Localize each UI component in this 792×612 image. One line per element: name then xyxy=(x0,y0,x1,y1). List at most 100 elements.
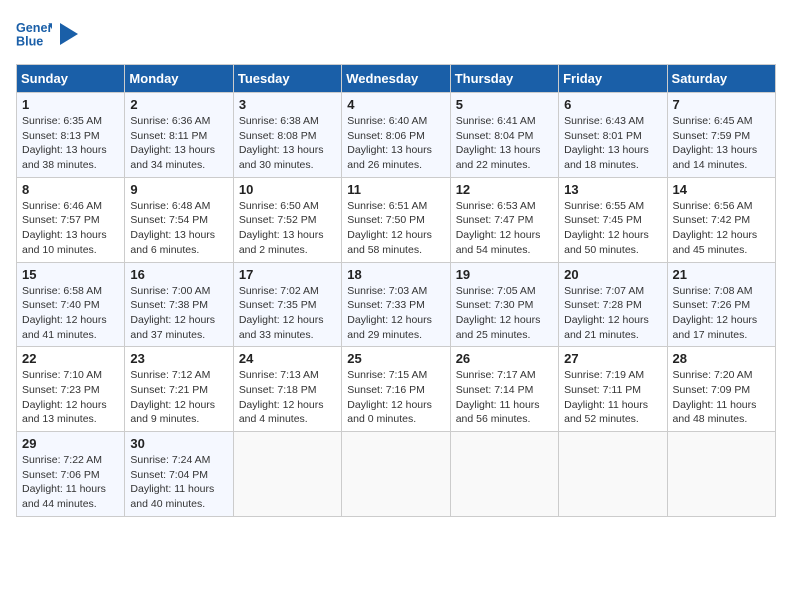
day-number: 24 xyxy=(239,351,336,366)
day-number: 28 xyxy=(673,351,770,366)
calendar-week-row: 1 Sunrise: 6:35 AM Sunset: 8:13 PM Daylig… xyxy=(17,93,776,178)
logo-icon: General Blue xyxy=(16,16,52,52)
calendar-cell xyxy=(450,432,558,517)
day-number: 1 xyxy=(22,97,119,112)
day-number: 16 xyxy=(130,267,227,282)
day-number: 22 xyxy=(22,351,119,366)
calendar-cell xyxy=(233,432,341,517)
calendar-cell: 18Sunrise: 7:03 AM Sunset: 7:33 PM Dayli… xyxy=(342,262,450,347)
day-info: Sunrise: 7:07 AM Sunset: 7:28 PM Dayligh… xyxy=(564,284,661,343)
weekday-header: Saturday xyxy=(667,65,775,93)
calendar-cell: 3 Sunrise: 6:38 AM Sunset: 8:08 PM Daylig… xyxy=(233,93,341,178)
calendar-cell: 11 Sunrise: 6:51 AM Sunset: 7:50 PM Dayli… xyxy=(342,177,450,262)
day-number: 26 xyxy=(456,351,553,366)
day-number: 25 xyxy=(347,351,444,366)
day-info: Sunrise: 7:13 AM Sunset: 7:18 PM Dayligh… xyxy=(239,368,336,427)
day-number: 6 xyxy=(564,97,661,112)
day-number: 23 xyxy=(130,351,227,366)
day-number: 20 xyxy=(564,267,661,282)
day-number: 3 xyxy=(239,97,336,112)
calendar-cell: 6 Sunrise: 6:43 AM Sunset: 8:01 PM Daylig… xyxy=(559,93,667,178)
day-info: Sunrise: 7:10 AM Sunset: 7:23 PM Dayligh… xyxy=(22,368,119,427)
calendar-table: SundayMondayTuesdayWednesdayThursdayFrid… xyxy=(16,64,776,517)
calendar-cell: 5 Sunrise: 6:41 AM Sunset: 8:04 PM Daylig… xyxy=(450,93,558,178)
calendar-cell: 27 Sunrise: 7:19 AM Sunset: 7:11 PM Dayli… xyxy=(559,347,667,432)
day-info: Sunrise: 6:55 AM Sunset: 7:45 PM Dayligh… xyxy=(564,199,661,258)
day-info: Sunrise: 6:56 AM Sunset: 7:42 PM Dayligh… xyxy=(673,199,770,258)
weekday-header: Friday xyxy=(559,65,667,93)
calendar-cell: 12Sunrise: 6:53 AM Sunset: 7:47 PM Dayli… xyxy=(450,177,558,262)
day-info: Sunrise: 7:17 AM Sunset: 7:14 PM Dayligh… xyxy=(456,368,553,427)
day-info: Sunrise: 7:03 AM Sunset: 7:33 PM Dayligh… xyxy=(347,284,444,343)
calendar-week-row: 15 Sunrise: 6:58 AM Sunset: 7:40 PM Dayli… xyxy=(17,262,776,347)
day-info: Sunrise: 7:02 AM Sunset: 7:35 PM Dayligh… xyxy=(239,284,336,343)
calendar-cell: 14 Sunrise: 6:56 AM Sunset: 7:42 PM Dayli… xyxy=(667,177,775,262)
calendar-cell: 15 Sunrise: 6:58 AM Sunset: 7:40 PM Dayli… xyxy=(17,262,125,347)
weekday-header: Wednesday xyxy=(342,65,450,93)
day-number: 2 xyxy=(130,97,227,112)
page-header: General Blue xyxy=(16,16,776,52)
day-info: Sunrise: 6:38 AM Sunset: 8:08 PM Dayligh… xyxy=(239,114,336,173)
calendar-cell: 21 Sunrise: 7:08 AM Sunset: 7:26 PM Dayli… xyxy=(667,262,775,347)
calendar-cell xyxy=(667,432,775,517)
calendar-cell: 20 Sunrise: 7:07 AM Sunset: 7:28 PM Dayli… xyxy=(559,262,667,347)
day-info: Sunrise: 7:20 AM Sunset: 7:09 PM Dayligh… xyxy=(673,368,770,427)
calendar-week-row: 22 Sunrise: 7:10 AM Sunset: 7:23 PM Dayli… xyxy=(17,347,776,432)
calendar-cell: 2 Sunrise: 6:36 AM Sunset: 8:11 PM Daylig… xyxy=(125,93,233,178)
day-number: 19 xyxy=(456,267,553,282)
day-number: 12 xyxy=(456,182,553,197)
day-info: Sunrise: 7:22 AM Sunset: 7:06 PM Dayligh… xyxy=(22,453,119,512)
day-info: Sunrise: 7:05 AM Sunset: 7:30 PM Dayligh… xyxy=(456,284,553,343)
day-number: 11 xyxy=(347,182,444,197)
day-number: 27 xyxy=(564,351,661,366)
weekday-header: Sunday xyxy=(17,65,125,93)
day-info: Sunrise: 6:41 AM Sunset: 8:04 PM Dayligh… xyxy=(456,114,553,173)
day-number: 13 xyxy=(564,182,661,197)
calendar-body: 1 Sunrise: 6:35 AM Sunset: 8:13 PM Daylig… xyxy=(17,93,776,517)
day-info: Sunrise: 7:24 AM Sunset: 7:04 PM Dayligh… xyxy=(130,453,227,512)
calendar-header: SundayMondayTuesdayWednesdayThursdayFrid… xyxy=(17,65,776,93)
day-info: Sunrise: 7:19 AM Sunset: 7:11 PM Dayligh… xyxy=(564,368,661,427)
day-number: 21 xyxy=(673,267,770,282)
day-number: 9 xyxy=(130,182,227,197)
day-info: Sunrise: 6:58 AM Sunset: 7:40 PM Dayligh… xyxy=(22,284,119,343)
calendar-cell xyxy=(342,432,450,517)
svg-text:General: General xyxy=(16,21,52,35)
calendar-cell: 4 Sunrise: 6:40 AM Sunset: 8:06 PM Daylig… xyxy=(342,93,450,178)
day-info: Sunrise: 6:40 AM Sunset: 8:06 PM Dayligh… xyxy=(347,114,444,173)
day-number: 7 xyxy=(673,97,770,112)
svg-text:Blue: Blue xyxy=(16,35,43,49)
calendar-cell: 7Sunrise: 6:45 AM Sunset: 7:59 PM Daylig… xyxy=(667,93,775,178)
day-number: 17 xyxy=(239,267,336,282)
day-number: 5 xyxy=(456,97,553,112)
calendar-cell: 19 Sunrise: 7:05 AM Sunset: 7:30 PM Dayli… xyxy=(450,262,558,347)
calendar-cell xyxy=(559,432,667,517)
calendar-cell: 16Sunrise: 7:00 AM Sunset: 7:38 PM Dayli… xyxy=(125,262,233,347)
calendar-cell: 24 Sunrise: 7:13 AM Sunset: 7:18 PM Dayli… xyxy=(233,347,341,432)
day-info: Sunrise: 6:50 AM Sunset: 7:52 PM Dayligh… xyxy=(239,199,336,258)
day-info: Sunrise: 6:51 AM Sunset: 7:50 PM Dayligh… xyxy=(347,199,444,258)
logo: General Blue xyxy=(16,16,78,52)
day-info: Sunrise: 7:15 AM Sunset: 7:16 PM Dayligh… xyxy=(347,368,444,427)
calendar-week-row: 29Sunrise: 7:22 AM Sunset: 7:06 PM Dayli… xyxy=(17,432,776,517)
day-number: 15 xyxy=(22,267,119,282)
day-number: 30 xyxy=(130,436,227,451)
calendar-cell: 1 Sunrise: 6:35 AM Sunset: 8:13 PM Daylig… xyxy=(17,93,125,178)
day-number: 4 xyxy=(347,97,444,112)
calendar-cell: 17 Sunrise: 7:02 AM Sunset: 7:35 PM Dayli… xyxy=(233,262,341,347)
day-number: 8 xyxy=(22,182,119,197)
logo-arrow-icon xyxy=(60,23,78,45)
calendar-cell: 23Sunrise: 7:12 AM Sunset: 7:21 PM Dayli… xyxy=(125,347,233,432)
day-info: Sunrise: 6:35 AM Sunset: 8:13 PM Dayligh… xyxy=(22,114,119,173)
day-info: Sunrise: 7:08 AM Sunset: 7:26 PM Dayligh… xyxy=(673,284,770,343)
day-number: 14 xyxy=(673,182,770,197)
calendar-week-row: 8Sunrise: 6:46 AM Sunset: 7:57 PM Daylig… xyxy=(17,177,776,262)
calendar-cell: 22 Sunrise: 7:10 AM Sunset: 7:23 PM Dayli… xyxy=(17,347,125,432)
calendar-cell: 30 Sunrise: 7:24 AM Sunset: 7:04 PM Dayli… xyxy=(125,432,233,517)
weekday-header: Thursday xyxy=(450,65,558,93)
day-info: Sunrise: 6:36 AM Sunset: 8:11 PM Dayligh… xyxy=(130,114,227,173)
weekday-header-row: SundayMondayTuesdayWednesdayThursdayFrid… xyxy=(17,65,776,93)
calendar-cell: 26 Sunrise: 7:17 AM Sunset: 7:14 PM Dayli… xyxy=(450,347,558,432)
day-info: Sunrise: 6:43 AM Sunset: 8:01 PM Dayligh… xyxy=(564,114,661,173)
day-number: 10 xyxy=(239,182,336,197)
